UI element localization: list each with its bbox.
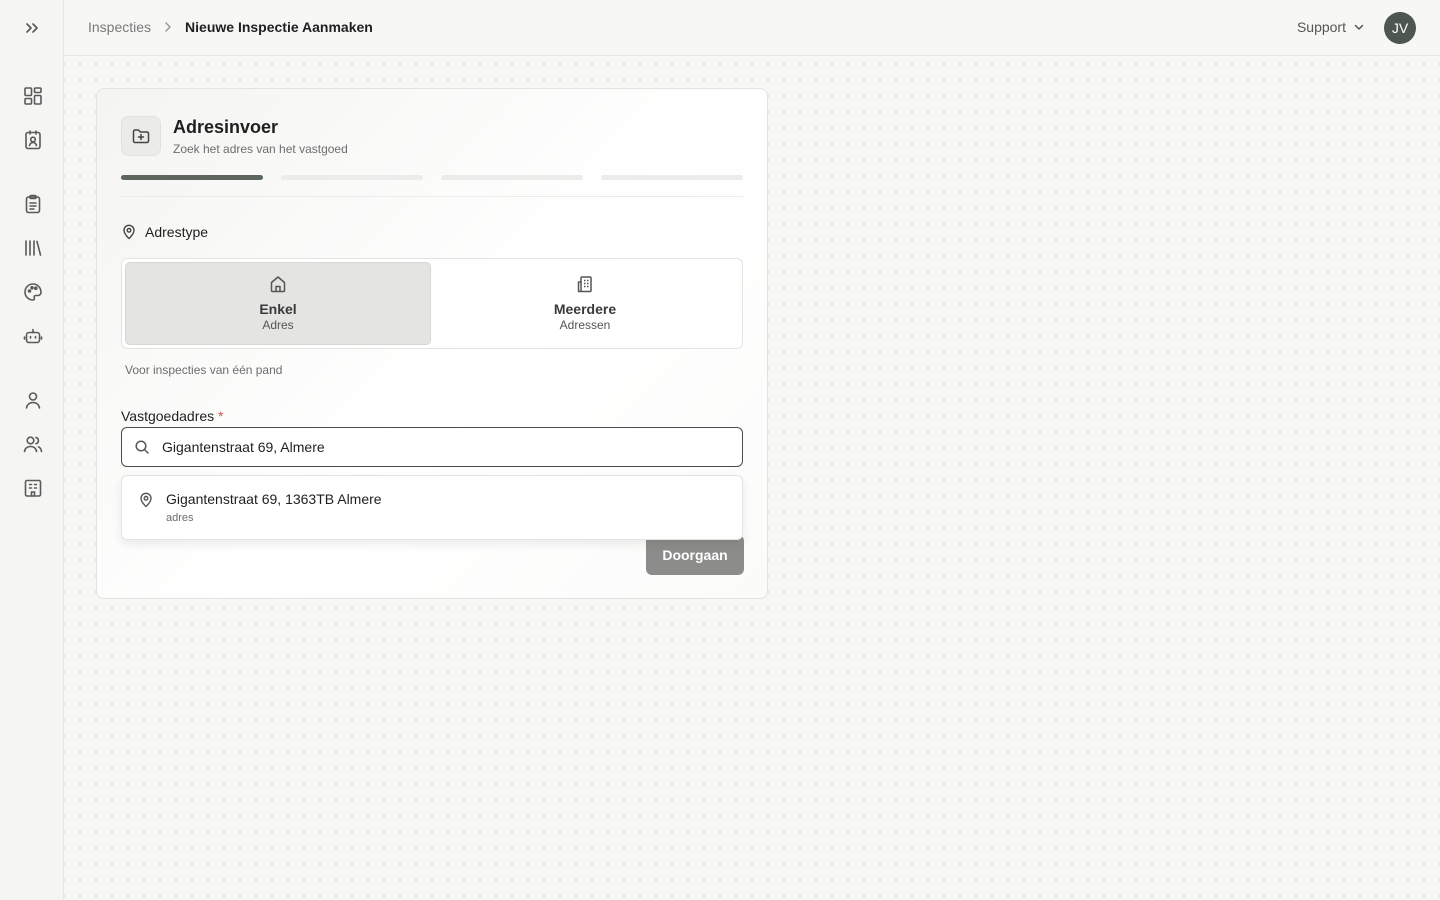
breadcrumb-current: Nieuwe Inspectie Aanmaken	[185, 19, 373, 35]
user-icon[interactable]	[22, 389, 44, 411]
option-title: Enkel	[259, 301, 297, 317]
map-pin-icon	[121, 224, 137, 240]
chevron-down-icon	[1352, 20, 1366, 34]
address-field-label-text: Vastgoedadres	[121, 408, 215, 424]
dashboard-icon[interactable]	[22, 85, 44, 107]
palette-icon[interactable]	[22, 281, 44, 303]
expand-sidebar-icon[interactable]	[22, 18, 42, 38]
card-subtitle: Zoek het adres van het vastgoed	[173, 142, 348, 156]
step-progress	[121, 175, 743, 180]
search-icon	[134, 439, 150, 455]
address-type-heading: Adrestype	[121, 224, 208, 240]
bot-icon[interactable]	[22, 325, 44, 347]
address-suggestions: Gigantenstraat 69, 1363TB Almere adres	[121, 475, 743, 540]
folder-plus-icon	[121, 116, 161, 156]
avatar[interactable]: JV	[1384, 12, 1416, 44]
chevron-right-icon	[161, 20, 175, 34]
option-title: Meerdere	[553, 301, 617, 317]
required-marker: *	[218, 408, 224, 424]
clipboard-list-icon[interactable]	[22, 193, 44, 215]
step-indicator-1	[121, 175, 263, 180]
address-search-field[interactable]	[121, 427, 743, 467]
home-icon	[268, 274, 288, 294]
sidebar	[0, 0, 64, 900]
support-menu[interactable]: Support	[1297, 19, 1366, 35]
library-icon[interactable]	[22, 237, 44, 259]
card-title: Adresinvoer	[173, 117, 279, 137]
divider	[121, 196, 743, 197]
address-search-input[interactable]	[162, 439, 722, 455]
map-pin-icon	[138, 492, 154, 508]
top-header: Inspecties Nieuwe Inspectie Aanmaken Sup…	[64, 0, 1440, 56]
building-icon	[575, 274, 595, 294]
users-icon[interactable]	[22, 433, 44, 455]
continue-button[interactable]: Doorgaan	[646, 535, 744, 575]
building-icon[interactable]	[22, 477, 44, 499]
step-indicator-4	[601, 175, 743, 180]
option-subtitle: Adres	[262, 318, 294, 332]
option-single-address[interactable]: Enkel Adres	[125, 262, 431, 345]
breadcrumb: Inspecties Nieuwe Inspectie Aanmaken	[88, 19, 373, 35]
address-field-label: Vastgoedadres *	[121, 408, 223, 424]
suggestion-title: Gigantenstraat 69, 1363TB Almere	[166, 491, 382, 507]
option-multiple-addresses[interactable]: Meerdere Adressen	[432, 262, 738, 345]
address-type-label: Adrestype	[145, 224, 209, 240]
contact-card-icon[interactable]	[22, 129, 44, 151]
step-indicator-2	[281, 175, 423, 180]
address-type-hint: Voor inspecties van één pand	[125, 363, 283, 377]
suggestion-type: adres	[166, 512, 194, 524]
address-type-toggle: Enkel Adres Meerdere Adressen	[121, 258, 743, 349]
support-label: Support	[1296, 19, 1346, 35]
option-subtitle: Adressen	[559, 318, 611, 332]
breadcrumb-inspecties[interactable]: Inspecties	[88, 19, 151, 35]
step-indicator-3	[441, 175, 583, 180]
